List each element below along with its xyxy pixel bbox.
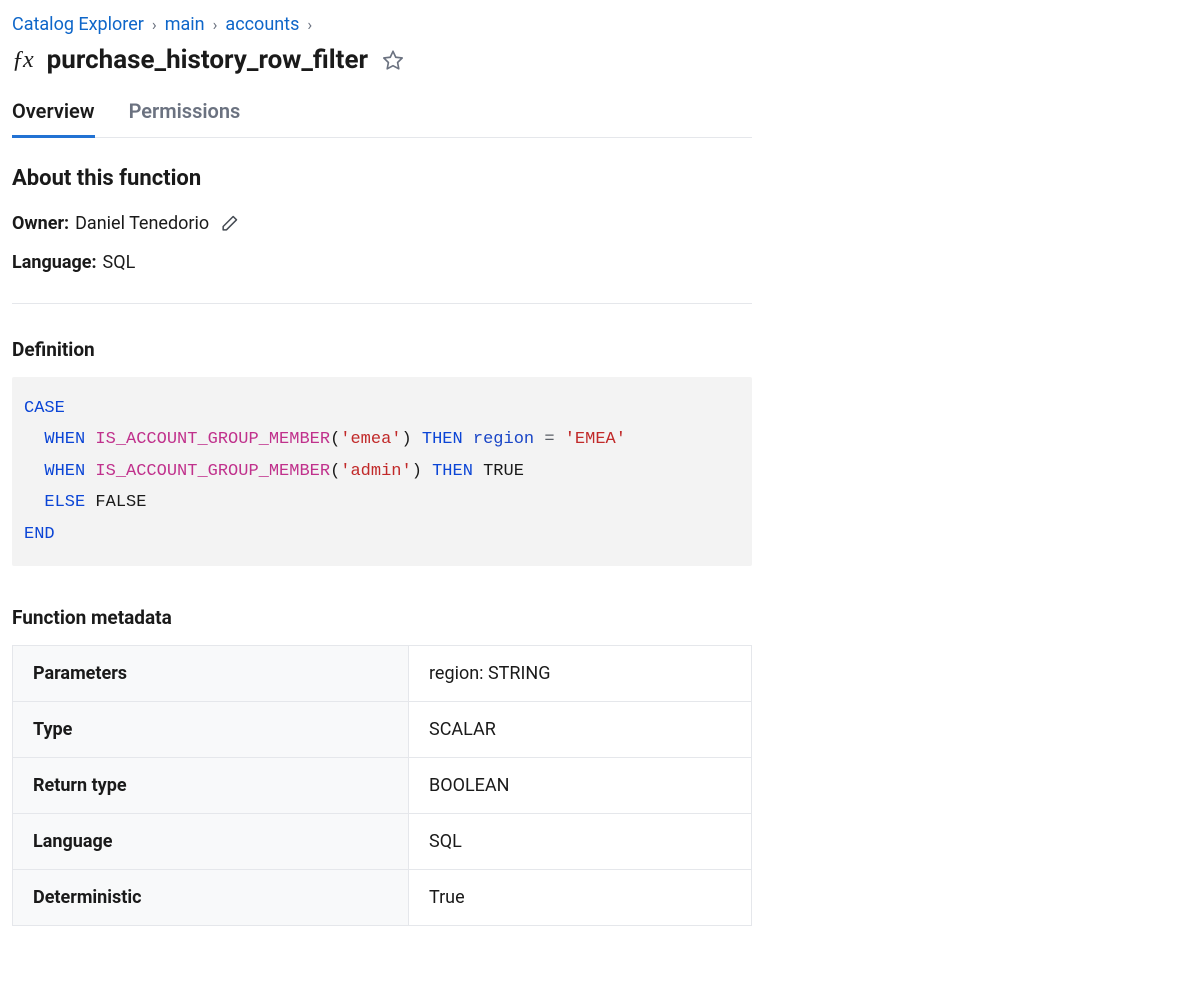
owner-row: Owner: Daniel Tenedorio xyxy=(12,213,752,234)
table-row: Return type BOOLEAN xyxy=(13,758,752,814)
metadata-value: SCALAR xyxy=(409,702,752,758)
breadcrumb: Catalog Explorer › main › accounts › xyxy=(12,14,752,35)
metadata-label: Deterministic xyxy=(13,870,409,926)
divider xyxy=(12,303,752,304)
code-function: IS_ACCOUNT_GROUP_MEMBER xyxy=(95,430,330,449)
breadcrumb-item-main[interactable]: main xyxy=(165,14,205,35)
language-label: Language: xyxy=(12,252,97,273)
code-identifier: region xyxy=(473,430,534,449)
metadata-label: Type xyxy=(13,702,409,758)
code-keyword: WHEN xyxy=(44,462,85,481)
pencil-icon[interactable] xyxy=(219,214,239,234)
table-row: Language SQL xyxy=(13,814,752,870)
code-function: IS_ACCOUNT_GROUP_MEMBER xyxy=(95,462,330,481)
tab-overview[interactable]: Overview xyxy=(12,99,95,138)
about-section-title: About this function xyxy=(12,166,752,191)
metadata-label: Return type xyxy=(13,758,409,814)
chevron-right-icon: › xyxy=(213,15,218,34)
table-row: Type SCALAR xyxy=(13,702,752,758)
chevron-right-icon: › xyxy=(307,15,312,34)
owner-label: Owner: xyxy=(12,213,69,234)
metadata-table: Parameters region: STRING Type SCALAR Re… xyxy=(12,645,752,926)
breadcrumb-item-catalog-explorer[interactable]: Catalog Explorer xyxy=(12,14,144,35)
code-keyword: THEN xyxy=(432,462,473,481)
star-icon[interactable] xyxy=(382,49,404,71)
code-literal: TRUE xyxy=(483,462,524,481)
code-keyword: ELSE xyxy=(44,493,85,512)
function-icon: ƒx xyxy=(12,47,33,74)
metadata-value: region: STRING xyxy=(409,646,752,702)
code-punct: ) xyxy=(412,462,422,481)
code-string: 'emea' xyxy=(340,430,401,449)
code-keyword: WHEN xyxy=(44,430,85,449)
tab-permissions[interactable]: Permissions xyxy=(129,99,241,138)
breadcrumb-item-accounts[interactable]: accounts xyxy=(225,14,299,35)
metadata-label: Language xyxy=(13,814,409,870)
code-punct: ( xyxy=(330,430,340,449)
code-keyword: END xyxy=(24,525,55,544)
metadata-label: Parameters xyxy=(13,646,409,702)
code-string: 'EMEA' xyxy=(565,430,626,449)
code-operator: = xyxy=(544,430,554,449)
page-title: purchase_history_row_filter xyxy=(47,45,368,75)
code-keyword: CASE xyxy=(24,399,65,418)
metadata-value: SQL xyxy=(409,814,752,870)
table-row: Deterministic True xyxy=(13,870,752,926)
page-title-row: ƒx purchase_history_row_filter xyxy=(12,45,752,75)
owner-value: Daniel Tenedorio xyxy=(75,213,209,234)
tabs: Overview Permissions xyxy=(12,99,752,138)
code-punct: ( xyxy=(330,462,340,481)
language-value: SQL xyxy=(103,252,136,273)
code-keyword: THEN xyxy=(422,430,463,449)
code-punct: ) xyxy=(401,430,411,449)
language-row: Language: SQL xyxy=(12,252,752,273)
table-row: Parameters region: STRING xyxy=(13,646,752,702)
definition-code: CASE WHEN IS_ACCOUNT_GROUP_MEMBER('emea'… xyxy=(12,377,752,566)
code-literal: FALSE xyxy=(95,493,146,512)
metadata-value: True xyxy=(409,870,752,926)
metadata-value: BOOLEAN xyxy=(409,758,752,814)
definition-heading: Definition xyxy=(12,338,752,361)
chevron-right-icon: › xyxy=(152,15,157,34)
metadata-heading: Function metadata xyxy=(12,606,752,629)
code-string: 'admin' xyxy=(340,462,411,481)
